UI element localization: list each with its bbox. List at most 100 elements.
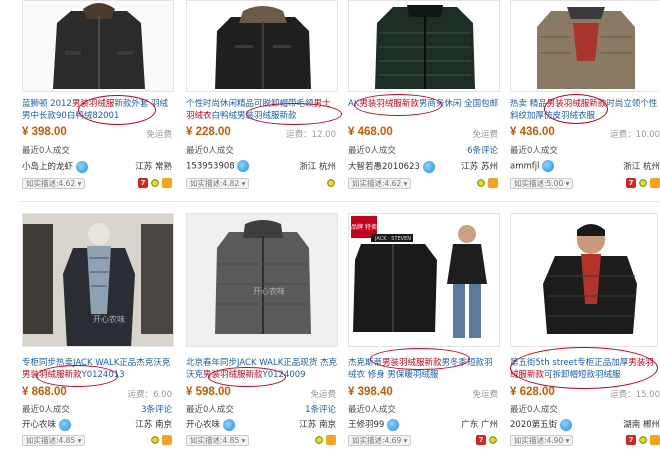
rating-dropdown[interactable]: 如实描述:4.85 ▾	[22, 435, 86, 446]
aliwangwang-icon[interactable]	[75, 160, 88, 173]
seven-day-return-icon: 7	[626, 178, 636, 188]
credit-flower-icon	[638, 178, 648, 188]
product-price: ¥ 628.00	[510, 386, 555, 398]
credit-flower-icon	[488, 435, 498, 445]
product-price: ¥ 868.00	[22, 386, 67, 398]
credit-card-icon	[162, 435, 172, 445]
row-divider	[20, 201, 660, 202]
seller-name[interactable]: 王修羽99	[348, 418, 400, 431]
product-title[interactable]: 北京春年同步JACK WALK正品现货 杰克沃克男装羽绒服新款Y0124009	[186, 357, 338, 383]
sold-count: 最近0人成交	[22, 146, 70, 156]
product-card[interactable]: AK男装羽绒服新款男商务休闲 全国包邮 ¥ 468.00 免运费 最近0人成交 …	[348, 0, 500, 228]
service-badges	[326, 178, 336, 188]
seller-name[interactable]: 开心农味	[22, 418, 71, 431]
rating-dropdown[interactable]: 如实描述:4.85 ▾	[186, 435, 250, 446]
service-badges	[150, 435, 172, 445]
product-image[interactable]	[510, 0, 660, 92]
product-card[interactable]: 开心农味 北京春年同步JACK WALK正品现货 杰克沃克男装羽绒服新款Y012…	[186, 209, 338, 446]
shipping-fee: 运费：10.00	[610, 130, 660, 140]
rating-dropdown[interactable]: 如实描述:4.90 ▾	[510, 435, 574, 446]
rating-dropdown[interactable]: 如实描述:4.62 ▾	[22, 178, 86, 189]
rating-dropdown[interactable]: 如实描述:4.82 ▾	[186, 178, 250, 189]
aliwangwang-icon[interactable]	[559, 418, 572, 431]
credit-flower-icon	[638, 435, 648, 445]
product-card[interactable]: 第五街5th street专柜正品加厚男装羽绒服新款可拆卸帽短款羽绒服 ¥ 62…	[510, 209, 660, 446]
seller-name[interactable]: ammfjl	[510, 160, 555, 172]
product-image[interactable]	[348, 0, 500, 92]
seller-name[interactable]: 小岛上的龙虾	[22, 160, 88, 173]
seller-location: 江苏 常熟	[135, 162, 172, 172]
product-title[interactable]: AK男装羽绒服新款男商务休闲 全国包邮	[348, 98, 500, 124]
credit-card-icon	[162, 178, 172, 188]
watermark-text: 开心农味	[253, 286, 285, 296]
aliwangwang-icon[interactable]	[542, 160, 555, 172]
product-price: ¥ 398.00	[22, 126, 67, 138]
brand-sale-tag-text: 品牌 特卖	[351, 223, 377, 231]
review-count-link[interactable]: 3条评论	[141, 403, 172, 415]
review-count-link[interactable]: 1条评论	[305, 403, 336, 415]
seller-name[interactable]: 153953908	[186, 160, 250, 172]
service-badges: 7	[476, 435, 498, 445]
product-image[interactable]	[186, 0, 338, 92]
seller-name[interactable]: 大智若愚2010623	[348, 160, 435, 173]
sold-count: 最近0人成交	[348, 146, 396, 156]
seller-location: 浙江 杭州	[623, 162, 660, 172]
seven-day-return-icon: 7	[138, 178, 148, 188]
seller-location: 广东 广州	[461, 420, 498, 430]
product-price: ¥ 228.00	[186, 126, 231, 138]
rating-dropdown[interactable]: 如实描述:4.69 ▾	[348, 435, 412, 446]
sold-count: 最近0人成交	[510, 405, 558, 415]
product-title[interactable]: 个性时尚休闲精品可脱卸帽带毛领男士羽绒衣白鸭绒男装羽绒服新款	[186, 98, 338, 124]
aliwangwang-icon[interactable]	[58, 418, 71, 431]
jacket-label-text: JACK · STEVEN	[374, 236, 411, 242]
sold-count: 最近0人成交	[186, 146, 234, 156]
product-title[interactable]: 蓝狮顿 2012男装羽绒服新款外套 羽绒男中长款90白鸭绒82001	[22, 98, 174, 124]
credit-flower-icon	[326, 178, 336, 188]
product-image[interactable]: 开心农味	[186, 213, 338, 347]
sold-count: 最近0人成交	[510, 146, 558, 156]
shipping-fee: 免运费	[472, 390, 498, 400]
product-title[interactable]: 热卖 精品男装羽绒服新款时尚立领个性斜纹加厚仿皮羽绒衣服	[510, 98, 660, 124]
credit-card-icon	[650, 178, 660, 188]
product-card[interactable]: 热卖 精品男装羽绒服新款时尚立领个性斜纹加厚仿皮羽绒衣服 ¥ 436.00 运费…	[510, 0, 660, 228]
product-image[interactable]	[22, 0, 174, 92]
aliwangwang-icon[interactable]	[237, 160, 250, 172]
seller-location: 浙江 杭州	[299, 162, 336, 172]
credit-flower-icon	[476, 178, 486, 188]
product-card[interactable]: 个性时尚休闲精品可脱卸帽带毛领男士羽绒衣白鸭绒男装羽绒服新款 ¥ 228.00 …	[186, 0, 342, 228]
shipping-fee: 免运费	[310, 390, 336, 400]
seller-name[interactable]: 2020第五街	[510, 418, 572, 431]
aliwangwang-icon[interactable]	[387, 418, 400, 431]
credit-card-icon	[650, 435, 660, 445]
service-badges	[476, 178, 498, 188]
shipping-fee: 运费：15.00	[610, 390, 660, 400]
product-price: ¥ 598.00	[186, 386, 231, 398]
credit-card-icon	[326, 435, 336, 445]
sold-count: 最近0人成交	[348, 405, 396, 415]
service-badges	[314, 435, 336, 445]
product-price: ¥ 398.40	[348, 386, 393, 398]
seller-location: 湖南 郴州	[623, 420, 660, 430]
product-card[interactable]: 品牌 特卖 JACK · STEVEN 杰克斯蒂男装羽绒服新款男冬季短款羽绒衣 …	[348, 209, 500, 446]
product-card[interactable]: 蓝狮顿 2012男装羽绒服新款外套 羽绒男中长款90白鸭绒82001 ¥ 398…	[22, 0, 174, 228]
product-price: ¥ 468.00	[348, 126, 393, 138]
product-card[interactable]: 开心农味 专柜同步热卖JACK WALK正品杰克沃克男装羽绒服新款Y012401…	[22, 209, 174, 446]
service-badges: 7	[626, 435, 660, 445]
review-count-link[interactable]: 6条评论	[467, 144, 498, 156]
product-title[interactable]: 专柜同步热卖JACK WALK正品杰克沃克男装羽绒服新款Y0124013	[22, 357, 174, 383]
product-price: ¥ 436.00	[510, 126, 555, 138]
product-image[interactable]: 开心农味	[22, 213, 174, 347]
aliwangwang-icon[interactable]	[222, 418, 235, 431]
credit-flower-icon	[314, 435, 324, 445]
seller-name[interactable]: 开心农味	[186, 418, 235, 431]
product-image[interactable]	[510, 213, 658, 347]
seller-location: 江苏 苏州	[461, 162, 498, 172]
rating-dropdown[interactable]: 如实描述:5.00 ▾	[510, 178, 574, 189]
watermark-text: 开心农味	[93, 314, 125, 324]
product-title[interactable]: 杰克斯蒂男装羽绒服新款男冬季短款羽绒衣 修身 男保暖羽绒服	[348, 357, 500, 383]
product-image[interactable]: 品牌 特卖 JACK · STEVEN	[348, 213, 500, 347]
rating-dropdown[interactable]: 如实描述:4.62 ▾	[348, 178, 412, 189]
product-title[interactable]: 第五街5th street专柜正品加厚男装羽绒服新款可拆卸帽短款羽绒服	[510, 357, 660, 383]
aliwangwang-icon[interactable]	[422, 160, 435, 173]
shipping-fee: 运费：12.00	[286, 130, 336, 140]
